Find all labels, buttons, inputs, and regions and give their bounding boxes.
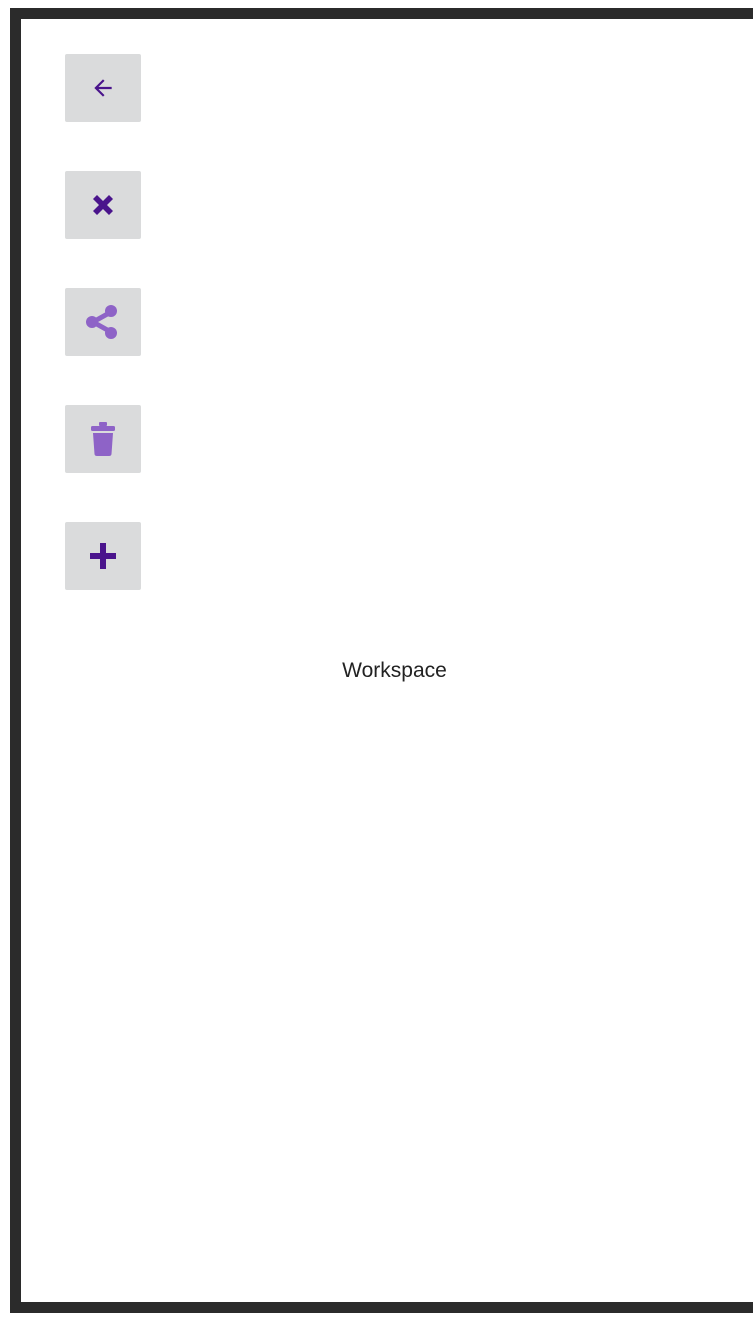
- plus-icon: [90, 543, 116, 569]
- workspace-label: Workspace: [342, 659, 447, 682]
- share-icon: [86, 305, 117, 339]
- app-frame: Workspace: [10, 8, 753, 1313]
- close-icon: [93, 195, 113, 215]
- share-button[interactable]: [65, 288, 141, 356]
- close-button[interactable]: [65, 171, 141, 239]
- add-button[interactable]: [65, 522, 141, 590]
- trash-icon: [91, 422, 115, 456]
- arrow-left-icon: [94, 79, 112, 97]
- delete-button[interactable]: [65, 405, 141, 473]
- back-button[interactable]: [65, 54, 141, 122]
